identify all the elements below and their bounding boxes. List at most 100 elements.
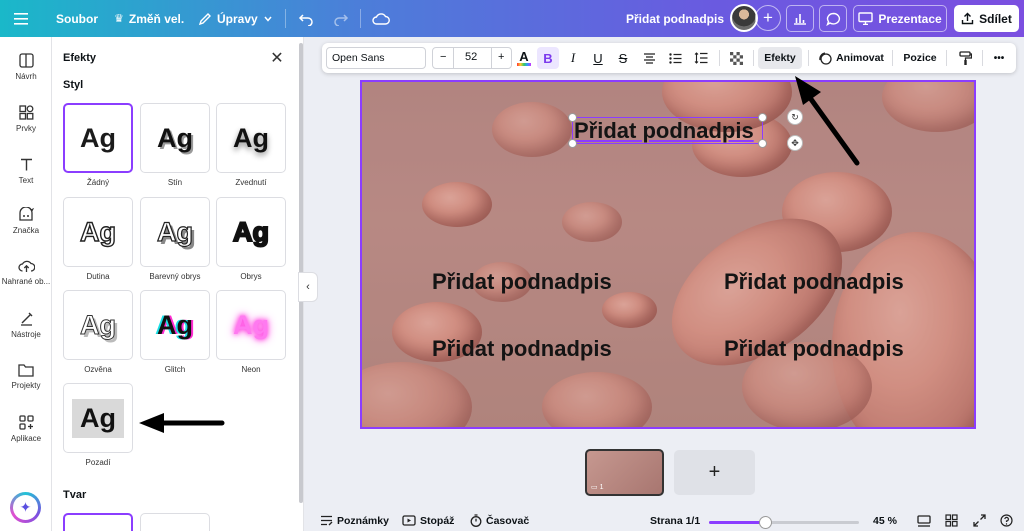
apps-icon [18, 415, 34, 430]
copy-style-button[interactable] [954, 43, 976, 73]
avatar[interactable] [730, 4, 758, 32]
resize-menu[interactable]: ♛ Změň vel. [114, 0, 184, 37]
canvas-subtitle[interactable]: Přidat podnadpis [432, 269, 612, 295]
position-button[interactable]: Pozice [902, 43, 938, 73]
close-panel-button[interactable]: ✕ [268, 49, 286, 67]
effects-button[interactable]: Efekty [758, 47, 802, 69]
present-button[interactable]: Prezentace [853, 5, 947, 32]
animate-button[interactable]: Animovat [816, 43, 886, 73]
plus-icon: + [763, 8, 773, 27]
font-size-value[interactable]: 52 [465, 51, 477, 63]
undo-button[interactable] [298, 0, 314, 37]
effect-shadow-tile[interactable]: Ag [140, 103, 210, 173]
strikethrough-button[interactable]: S [612, 43, 634, 73]
rail-item-tools[interactable]: Nástroje [0, 311, 52, 339]
insights-button[interactable] [786, 5, 814, 32]
effect-outline-tile[interactable]: Ag [216, 197, 286, 267]
duration-button[interactable]: Stopáž [402, 510, 454, 531]
file-menu[interactable]: Soubor [56, 0, 98, 37]
rail-item-uploads[interactable]: Nahrané ob... [0, 259, 52, 286]
effect-label: Ozvěna [84, 365, 112, 374]
bold-button[interactable]: B [537, 47, 559, 69]
document-title[interactable]: Přidat podnadpis [626, 0, 724, 37]
underline-button[interactable]: U [587, 43, 609, 73]
paint-roller-icon [958, 50, 972, 65]
rail-item-elements[interactable]: Prvky [0, 105, 52, 133]
page-thumbnail[interactable]: ▭ 1 [585, 449, 664, 496]
canvas-subtitle[interactable]: Přidat podnadpis [724, 269, 904, 295]
notes-button[interactable]: Poznámky [320, 510, 389, 531]
cloud-save-status[interactable] [372, 0, 390, 37]
spacing-button[interactable] [690, 43, 712, 73]
shape-none-tile[interactable] [63, 513, 133, 531]
share-button[interactable]: Sdílet [954, 5, 1019, 32]
close-icon: ✕ [270, 50, 284, 67]
text-color-icon: A [517, 50, 531, 66]
italic-button[interactable]: I [562, 43, 584, 73]
align-button[interactable] [638, 43, 660, 73]
fullscreen-button[interactable] [973, 510, 986, 531]
effect-hollow-tile[interactable]: Ag [63, 197, 133, 267]
effect-lift-tile[interactable]: Ag [216, 103, 286, 173]
brand-icon [18, 207, 34, 221]
transparency-button[interactable] [725, 43, 747, 73]
effect-label: Zvednutí [235, 178, 267, 187]
font-size-stepper: − 52 + [432, 47, 512, 69]
canvas-subtitle[interactable]: Přidat podnadpis [432, 336, 612, 362]
effect-glitch-tile[interactable]: Ag [140, 290, 210, 360]
add-collaborator-button[interactable]: + [755, 5, 781, 31]
help-icon [1000, 514, 1013, 527]
sparkle-icon: ✦ [13, 495, 38, 520]
page-indicator[interactable]: Strana 1/1 [650, 510, 700, 531]
effect-background-tile[interactable]: Ag [63, 383, 133, 453]
magic-assistant-button[interactable]: ✦ [10, 492, 41, 523]
zoom-slider-thumb[interactable] [759, 516, 773, 529]
strikethrough-icon: S [618, 50, 628, 66]
effect-label: Barevný obrys [149, 272, 201, 281]
redo-button[interactable] [333, 0, 349, 37]
zoom-value[interactable]: 45 % [873, 510, 897, 531]
zoom-slider[interactable] [709, 516, 859, 529]
list-button[interactable] [664, 43, 686, 73]
effect-splice-tile[interactable]: Ag [140, 197, 210, 267]
comment-icon [825, 12, 840, 26]
move-handle[interactable]: ✥ [787, 135, 803, 151]
help-button[interactable] [1000, 510, 1013, 531]
increase-size-button[interactable]: + [498, 51, 504, 63]
rail-item-projects[interactable]: Projekty [0, 363, 52, 390]
comments-button[interactable] [819, 5, 847, 32]
font-family-select[interactable]: Open Sans [326, 47, 426, 69]
grid-view-button[interactable] [945, 510, 958, 531]
timer-button[interactable]: Časovač [470, 510, 529, 531]
bottom-bar: Poznámky Stopáž Časovač Strana 1/1 45 % [305, 510, 1024, 531]
more-options-button[interactable]: ••• [987, 43, 1011, 73]
rotate-handle[interactable]: ↻ [787, 109, 803, 125]
add-page-button[interactable]: + [674, 450, 755, 495]
menu-button[interactable] [14, 0, 28, 37]
selection-box [572, 117, 763, 144]
resize-handle[interactable] [758, 113, 767, 122]
decrease-size-button[interactable]: − [440, 51, 446, 63]
shape-curve-tile[interactable] [140, 513, 210, 531]
effect-label: Pozadí [85, 458, 111, 467]
pen-icon [198, 12, 211, 25]
rail-item-text[interactable]: Text [0, 157, 52, 185]
rail-item-apps[interactable]: Aplikace [0, 415, 52, 443]
effect-neon-tile[interactable]: Ag [216, 290, 286, 360]
text-color-button[interactable]: A [513, 43, 535, 73]
hamburger-icon [14, 12, 28, 25]
rail-item-design[interactable]: Návrh [0, 53, 52, 81]
resize-handle[interactable] [758, 139, 767, 148]
effect-none-tile[interactable]: Ag [63, 103, 133, 173]
rail-item-brand[interactable]: Značka [0, 207, 52, 235]
text-format-toolbar: Open Sans − 52 + A B I U S Efekty Animov… [322, 43, 1016, 73]
edit-menu[interactable]: Úpravy [198, 0, 273, 37]
page-view-button[interactable] [917, 510, 931, 531]
canvas-subtitle[interactable]: Přidat podnadpis [724, 336, 904, 362]
line-spacing-icon [694, 52, 708, 64]
collapse-panel-button[interactable]: ‹ [298, 272, 318, 302]
effect-echo-tile[interactable]: Ag [63, 290, 133, 360]
resize-handle[interactable] [568, 113, 577, 122]
chevron-left-icon: ‹ [306, 281, 310, 293]
resize-handle[interactable] [568, 139, 577, 148]
